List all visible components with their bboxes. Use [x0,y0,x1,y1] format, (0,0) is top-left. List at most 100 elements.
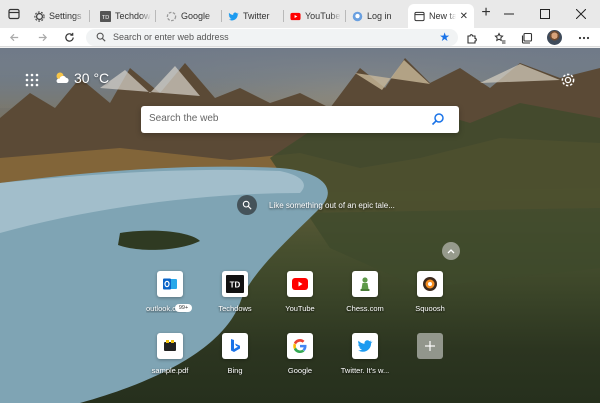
tab-settings[interactable]: Settings [28,4,90,28]
collections-button[interactable] [517,28,537,47]
svg-text:TD: TD [102,14,109,20]
more-menu-button[interactable] [574,28,594,47]
svg-text:TD: TD [230,281,241,290]
minimize-button[interactable] [491,0,527,28]
youtube-icon [287,271,313,297]
squoosh-icon [417,271,443,297]
favorites-list-icon [494,31,506,43]
quick-link-label: YouTube [285,304,315,313]
chevron-up-icon [447,249,455,254]
td-icon: TD [100,10,111,22]
extensions-button[interactable] [462,28,482,47]
tab-youtube[interactable]: YouTube [284,4,346,28]
quick-link-outlook[interactable]: outlook.com 99+ [140,271,200,331]
maximize-icon [540,9,550,19]
address-placeholder: Search or enter web address [113,32,229,42]
favorites-button[interactable] [490,28,510,47]
quick-link-techdows[interactable]: TD Techdows [205,271,265,331]
minimize-icon [504,13,514,15]
refresh-icon [64,32,74,42]
quick-link-bing[interactable]: Bing [205,333,265,393]
puzzle-icon [467,33,477,44]
weather-temperature: 30 °C [74,70,110,86]
tab-bar: Settings TD Techdows Google Twitter YouT… [0,0,600,28]
forward-button[interactable] [32,28,52,47]
google-icon [166,11,177,22]
refresh-button[interactable] [59,28,79,47]
td-icon: TD [222,271,248,297]
image-caption: Like something out of an epic tale... [269,200,395,210]
quick-link-label: Google [287,366,313,375]
maximize-button[interactable] [527,0,563,28]
newtab-icon [414,11,425,22]
youtube-icon [290,11,301,22]
more-dots-icon [578,36,590,39]
gear-icon [561,73,575,87]
partly-cloudy-icon [56,72,69,83]
quick-link-chess[interactable]: Chess.com [335,271,395,331]
grid-dots-icon [25,73,39,87]
search-placeholder: Search the web [149,113,219,124]
outlook-icon [157,271,183,297]
quick-link-label: Chess.com [346,304,384,313]
quick-link-twitter[interactable]: Twitter. It's w... [335,333,395,393]
tab-google[interactable]: Google [160,4,222,28]
profile-avatar[interactable] [547,30,562,45]
search-icon[interactable] [431,112,445,126]
quick-link-label: Techdows [218,304,252,313]
web-search-box[interactable]: Search the web [141,106,459,133]
quick-link-youtube[interactable]: YouTube [270,271,330,331]
favorite-star-icon[interactable]: ★ [439,30,450,44]
tab-title: Settings [49,11,82,21]
collapse-quick-links-button[interactable] [442,242,460,260]
quick-link-label: Squoosh [415,304,445,313]
gear-icon [34,10,45,22]
page-settings-button[interactable] [560,72,576,88]
image-info[interactable]: Like something out of an epic tale... [237,195,395,215]
tab-separator [155,10,156,22]
add-icon [417,333,443,359]
tab-twitter[interactable]: Twitter [222,4,284,28]
quick-link-sample-pdf[interactable]: sample.pdf [140,333,200,393]
bing-icon [222,333,248,359]
close-icon [576,9,586,19]
tab-new-tab[interactable]: New tab ✕ [408,4,474,28]
close-window-button[interactable] [563,0,599,28]
tab-separator [89,10,90,22]
tab-title: Google [181,11,211,21]
quick-link-squoosh[interactable]: Squoosh [400,271,460,331]
weather-widget[interactable]: 30 °C [54,70,109,86]
notification-badge: 99+ [175,304,192,312]
tab-title: Techdows [115,11,151,21]
github-icon [352,11,363,22]
tab-techdows[interactable]: TD Techdows [94,4,156,28]
quick-link-label: Twitter. It's w... [340,366,390,375]
tab-title: YouTube [305,11,341,21]
twitter-icon [228,11,239,22]
back-button[interactable] [4,28,24,47]
tab-login[interactable]: Log in [346,4,406,28]
tab-actions-button[interactable] [4,4,24,24]
tab-title: New tab [429,11,456,21]
google-icon [287,333,313,359]
add-quick-link-button[interactable] [400,333,460,393]
chess-icon [352,271,378,297]
plus-icon: + [481,4,491,21]
quick-link-label: Bing [227,366,243,375]
close-tab-icon[interactable]: ✕ [460,11,468,22]
tab-title: Log in [367,11,392,21]
camera-search-button[interactable] [237,195,257,215]
collections-icon [521,32,533,44]
app-launcher-button[interactable] [24,72,40,88]
quick-link-label: sample.pdf [151,366,189,375]
navigation-toolbar: Search or enter web address ★ [0,28,600,47]
new-tab-page: 30 °C Search the web Like something out … [0,48,600,403]
address-bar[interactable]: Search or enter web address ★ [86,29,458,46]
pdf-icon [157,333,183,359]
search-icon [96,32,106,42]
magnifier-icon [242,200,252,210]
arrow-left-icon [9,33,18,42]
quick-link-google[interactable]: Google [270,333,330,393]
tab-actions-icon [8,8,20,20]
arrow-right-icon [38,33,47,42]
